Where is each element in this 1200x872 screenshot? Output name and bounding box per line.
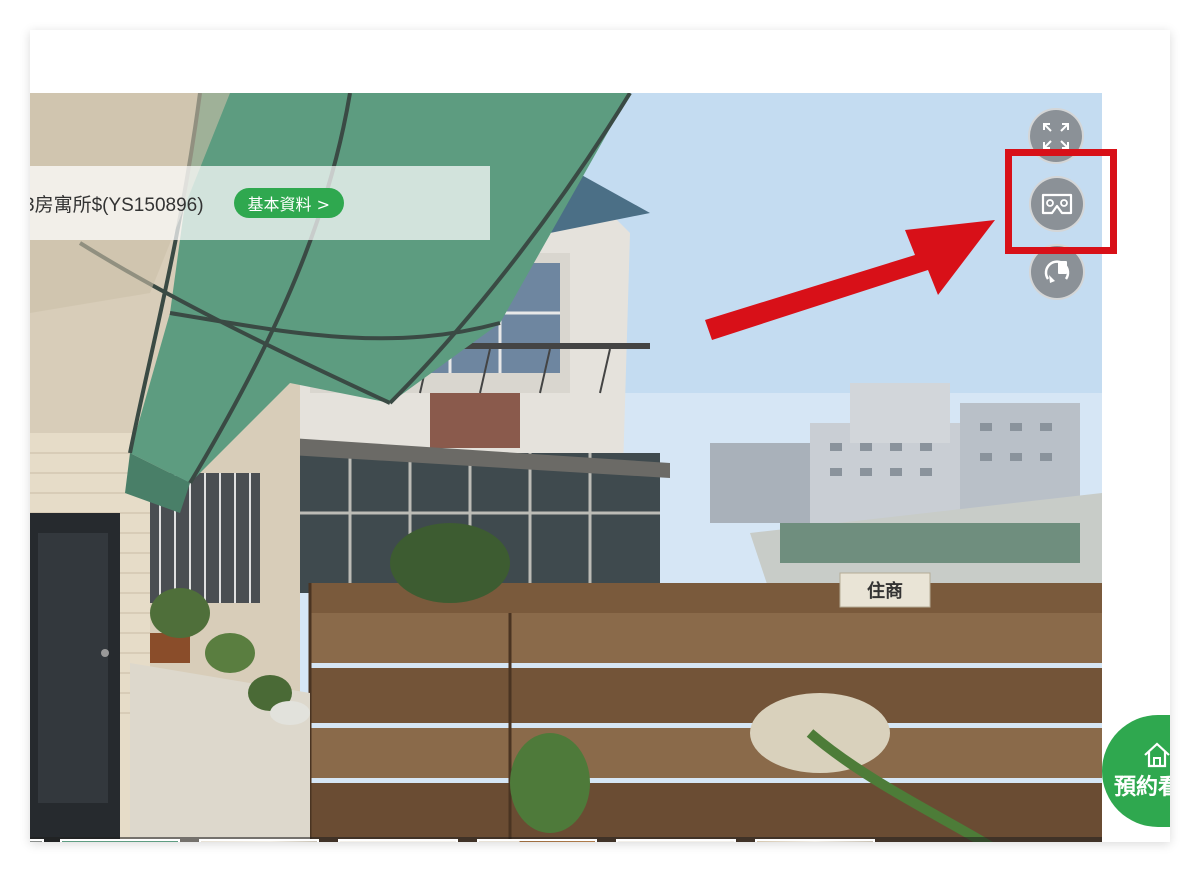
thumbnail-room-window[interactable] (755, 839, 875, 842)
thumbnail-balcony[interactable] (60, 839, 180, 842)
thumbnail-strip (30, 837, 1102, 842)
thumbnail-bedroom-wardrobe[interactable] (477, 839, 597, 842)
book-viewing-button[interactable]: 預約看 (1102, 715, 1170, 827)
watermark-sign: 住商 (867, 580, 903, 602)
thumbnail-bedroom[interactable] (616, 839, 736, 842)
screenshot-frame: 住商 3房寓所$(YS150896) 基本資料 > 預約看 (30, 30, 1170, 842)
gyroscope-icon (1044, 260, 1070, 283)
thumbnail-living-room[interactable] (338, 839, 458, 842)
listing-info-bar: 3房寓所$(YS150896) 基本資料 > (30, 166, 490, 240)
fullscreen-icon (1043, 123, 1069, 149)
annotation-arrow (705, 220, 995, 340)
thumbnail-hallway[interactable] (199, 839, 319, 842)
home-icon (1144, 742, 1170, 768)
thumbnail-partial[interactable] (30, 839, 44, 842)
basic-info-button[interactable]: 基本資料 > (233, 188, 345, 218)
listing-title: 3房寓所$(YS150896) (30, 194, 204, 216)
annotation-highlight-box (1005, 149, 1117, 254)
book-viewing-label: 預約看 (1114, 775, 1170, 800)
